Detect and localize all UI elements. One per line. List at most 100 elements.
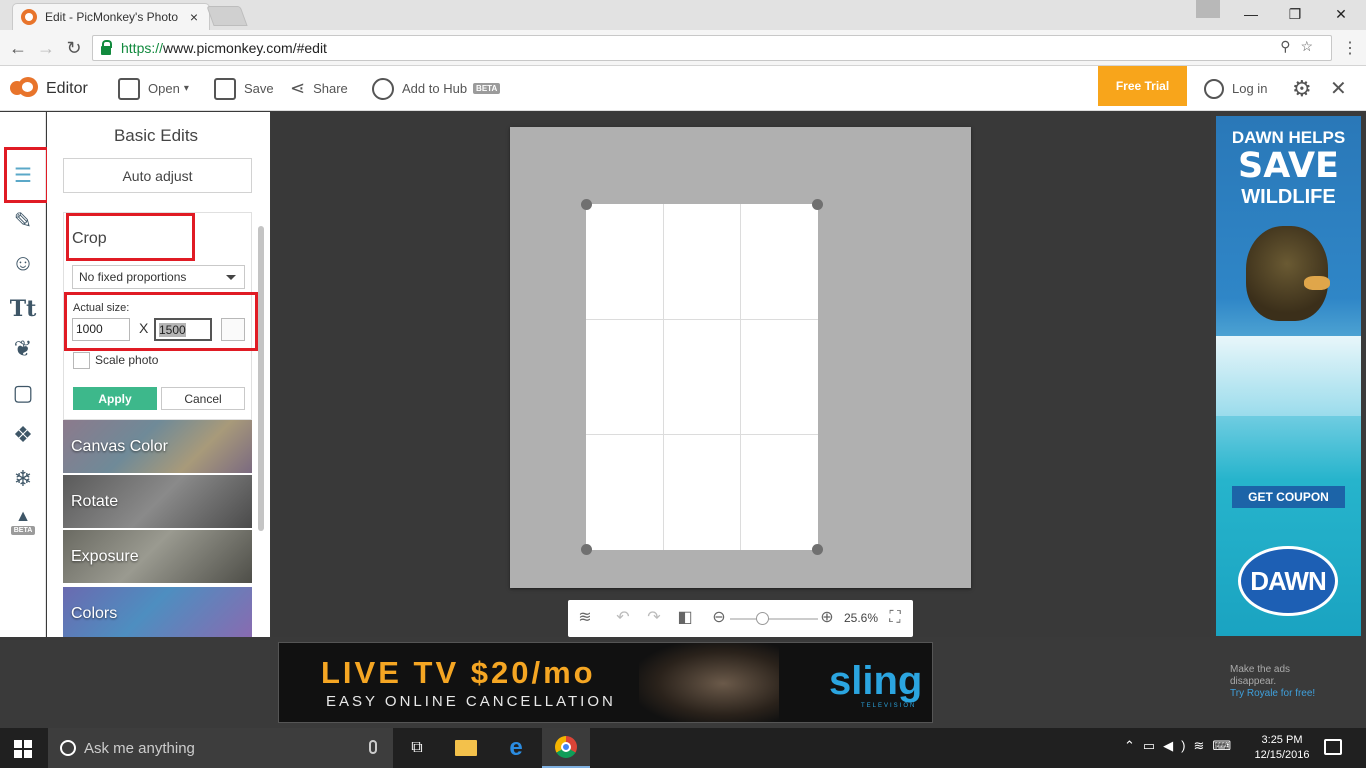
beta-tool-icon[interactable]: ▲ BETA <box>6 504 40 538</box>
editor-label: Editor <box>46 79 88 97</box>
window-restore-button[interactable]: ❐ <box>1272 0 1318 28</box>
zoom-star-icons[interactable]: ⚲☆ <box>1280 38 1323 55</box>
zoom-out-icon[interactable]: ⊖ <box>708 607 730 629</box>
crop-handle-bottom-left[interactable] <box>581 544 592 555</box>
beta-badge: BETA <box>473 83 501 94</box>
window-minimize-button[interactable]: — <box>1228 0 1274 28</box>
sling-logo-sub: TELEVISION <box>861 703 917 709</box>
add-to-hub-label: Add to Hub <box>402 81 468 96</box>
forward-arrow-icon[interactable]: → <box>34 36 58 60</box>
close-editor-icon[interactable]: ✕ <box>1330 66 1347 111</box>
scale-photo-checkbox[interactable] <box>73 352 90 369</box>
url-scheme: https:// <box>121 40 164 56</box>
rail-beta-badge: BETA <box>10 525 36 535</box>
try-royale-link[interactable]: Try Royale for free! <box>1230 688 1315 700</box>
apply-button[interactable]: Apply <box>73 387 157 410</box>
layers-icon[interactable]: ≋ <box>574 607 596 629</box>
editor-logo[interactable]: Editor <box>10 66 88 111</box>
tile-rotate[interactable]: Rotate <box>63 475 252 528</box>
windows-taskbar: Ask me anything ⧉ e ⌃▭◀)≋⌨ 3:25 PM 12/15… <box>0 728 1366 768</box>
windows-start-icon[interactable] <box>14 740 32 758</box>
cancel-button[interactable]: Cancel <box>161 387 245 410</box>
themes-snowflake-icon[interactable]: ❄ <box>6 462 40 496</box>
sling-logo: sling <box>829 659 923 703</box>
tab-close-icon[interactable]: × <box>187 9 201 25</box>
open-button[interactable]: Open ▾ <box>118 66 189 111</box>
microphone-icon[interactable] <box>369 740 377 754</box>
chevron-down-icon <box>226 275 236 280</box>
banner-subline: EASY ONLINE CANCELLATION <box>326 693 616 710</box>
url-input[interactable]: https:// www.picmonkey.com/#edit ⚲☆ <box>92 35 1332 61</box>
crop-handle-bottom-right[interactable] <box>812 544 823 555</box>
compare-icon[interactable]: ◧ <box>674 607 696 629</box>
tab-title: Edit - PicMonkey's Photo <box>45 10 179 24</box>
ad-line-1: DAWN HELPS <box>1231 128 1346 147</box>
cortana-icon <box>60 740 76 756</box>
window-close-button[interactable]: ✕ <box>1318 0 1364 28</box>
task-view-icon[interactable]: ⧉ <box>393 728 441 768</box>
user-icon <box>1204 78 1224 99</box>
textures-icon[interactable]: ❖ <box>6 418 40 452</box>
banner-person-image <box>639 643 779 722</box>
highlight-basic-edits <box>4 147 49 203</box>
cortana-search-box[interactable]: Ask me anything <box>48 728 393 768</box>
share-button[interactable]: ⋖ Share <box>290 66 348 111</box>
frames-icon[interactable]: ▢ <box>6 376 40 410</box>
side-advertisement[interactable]: DAWN HELPS SAVE WILDLIFE GET COUPON DAWN <box>1216 116 1361 636</box>
chevron-down-icon: ▾ <box>183 83 189 94</box>
login-button[interactable]: Log in <box>1204 66 1267 111</box>
chrome-taskbar-button[interactable] <box>542 728 590 768</box>
chrome-icon <box>555 736 577 758</box>
taskbar-clock[interactable]: 3:25 PM 12/15/2016 <box>1252 733 1312 763</box>
crop-handle-top-left[interactable] <box>581 199 592 210</box>
share-label: Share <box>313 81 348 96</box>
settings-gear-icon[interactable]: ⚙ <box>1292 66 1312 111</box>
back-arrow-icon[interactable]: ← <box>6 36 30 60</box>
touch-up-face-icon[interactable]: ☺ <box>6 246 40 280</box>
zoom-percent: 25.6% <box>844 611 879 625</box>
fullscreen-icon[interactable]: ⛶ <box>884 607 906 629</box>
crop-rectangle[interactable] <box>586 204 818 550</box>
zoom-slider-track[interactable] <box>730 618 818 620</box>
tile-canvas-color[interactable]: Canvas Color <box>63 420 252 473</box>
crop-handle-top-right[interactable] <box>812 199 823 210</box>
auto-adjust-button[interactable]: Auto adjust <box>63 158 252 193</box>
edge-taskbar-button[interactable]: e <box>492 728 540 768</box>
banner-headline: LIVE TV $20/mo <box>321 655 596 690</box>
banner-advertisement[interactable]: LIVE TV $20/mo EASY ONLINE CANCELLATION … <box>278 642 933 723</box>
add-to-hub-button[interactable]: Add to Hub BETA <box>372 66 501 111</box>
action-center-icon[interactable] <box>1324 739 1342 755</box>
grid-line <box>663 204 664 550</box>
overlays-butterfly-icon[interactable]: ❦ <box>6 332 40 366</box>
panel-title: Basic Edits <box>113 126 199 145</box>
duck-bill-image <box>1304 276 1330 290</box>
chrome-menu-icon[interactable]: ⋮ <box>1342 38 1358 58</box>
proportions-select[interactable]: No fixed proportions <box>72 265 245 289</box>
reload-icon[interactable]: ↻ <box>62 36 86 60</box>
basic-edits-panel: Basic Edits Auto adjust Crop No fixed pr… <box>47 112 270 637</box>
redo-icon[interactable]: ↷ <box>643 607 665 629</box>
login-label: Log in <box>1232 81 1268 96</box>
zoom-slider-knob[interactable] <box>756 612 769 625</box>
system-tray-icons[interactable]: ⌃▭◀)≋⌨ <box>1124 738 1239 754</box>
tile-exposure[interactable]: Exposure <box>63 530 252 583</box>
ads-note-line2: disappear. <box>1230 676 1277 687</box>
ads-note-line1: Make the ads <box>1230 664 1291 675</box>
save-label: Save <box>244 81 274 96</box>
effects-wand-icon[interactable]: ✎ <box>6 204 40 238</box>
free-trial-button[interactable]: Free Trial <box>1098 66 1187 106</box>
panel-scrollbar[interactable] <box>257 212 265 637</box>
save-button[interactable]: Save <box>214 66 274 111</box>
browser-tab[interactable]: Edit - PicMonkey's Photo × <box>12 3 210 30</box>
new-tab-button[interactable] <box>206 6 248 26</box>
panel-scroll-thumb[interactable] <box>258 226 264 531</box>
undo-icon[interactable]: ↶ <box>612 607 634 629</box>
beta-tool-glyph: ▲ <box>15 507 31 525</box>
get-coupon-button[interactable]: GET COUPON <box>1232 486 1345 508</box>
file-explorer-taskbar-button[interactable] <box>442 728 490 768</box>
zoom-in-icon[interactable]: ⊕ <box>816 607 838 629</box>
chrome-user-icon[interactable] <box>1196 0 1220 18</box>
url-host: www.picmonkey.com/#edit <box>163 40 327 56</box>
text-tool-icon[interactable]: Tt <box>6 292 40 326</box>
tile-colors[interactable]: Colors <box>63 587 252 637</box>
